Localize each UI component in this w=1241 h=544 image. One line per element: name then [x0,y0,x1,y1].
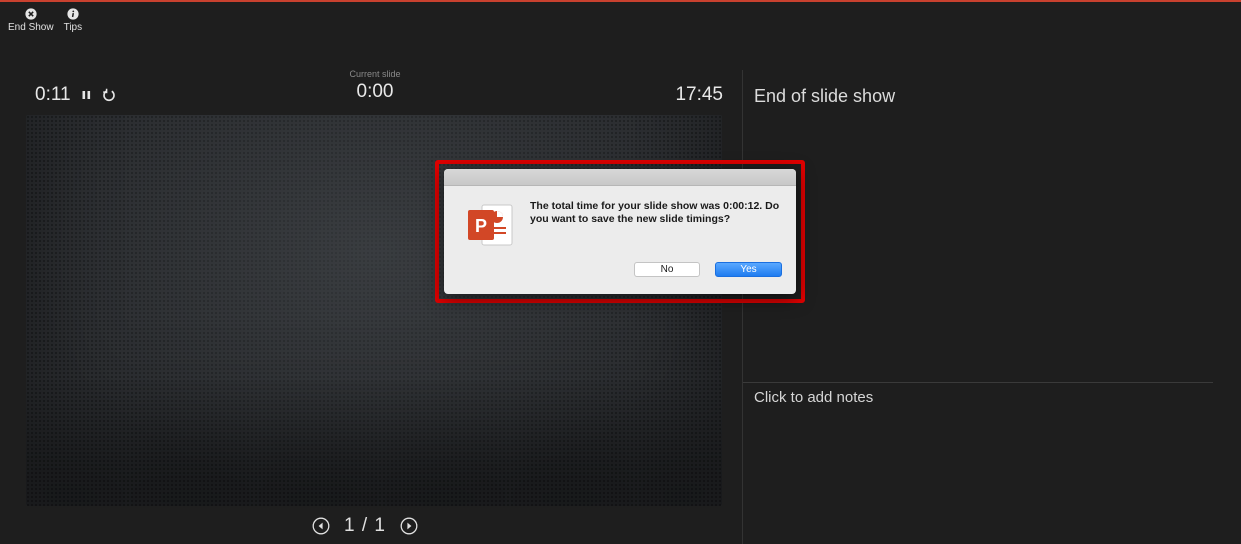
svg-text:P: P [475,216,487,236]
elapsed-time: 0:11 [35,84,71,105]
presenter-view: End Show Tips 0:11 Current slide 0:00 17… [0,0,1241,544]
pause-button[interactable] [81,89,92,101]
slide-navigation: 1 / 1 [312,515,418,537]
clock: 17:45 [675,84,723,105]
end-show-label: End Show [8,22,54,33]
save-timings-dialog: P The total time for your slide show was… [444,169,796,294]
pause-icon [82,91,90,99]
notes-divider [743,382,1213,383]
dialog-titlebar [444,169,796,186]
current-slide-timer: Current slide 0:00 [300,69,450,103]
current-slide-time: 0:00 [356,81,394,102]
dialog-message: The total time for your slide show was 0… [530,200,780,225]
no-button[interactable]: No [634,262,700,277]
current-slide-label: Current slide [349,69,401,79]
powerpoint-icon: P [464,201,516,256]
yes-button[interactable]: Yes [715,262,782,277]
close-circle-icon [25,8,37,20]
restart-icon [102,88,115,102]
next-slide-button[interactable] [400,517,418,535]
panel-divider [742,70,743,544]
end-show-button[interactable]: End Show [8,8,54,33]
info-icon [67,8,79,20]
prev-slide-icon [312,517,330,535]
tips-button[interactable]: Tips [63,8,83,33]
previous-slide-button[interactable] [312,517,330,535]
slide-counter: 1 / 1 [344,515,386,536]
next-slide-title: End of slide show [754,86,896,106]
next-slide-icon [400,517,418,535]
notes-area[interactable]: Click to add notes [754,389,873,406]
elapsed-timer: 0:11 [35,84,116,106]
toolbar: End Show Tips [8,8,82,33]
restart-button[interactable] [102,88,116,102]
tips-label: Tips [63,22,83,33]
